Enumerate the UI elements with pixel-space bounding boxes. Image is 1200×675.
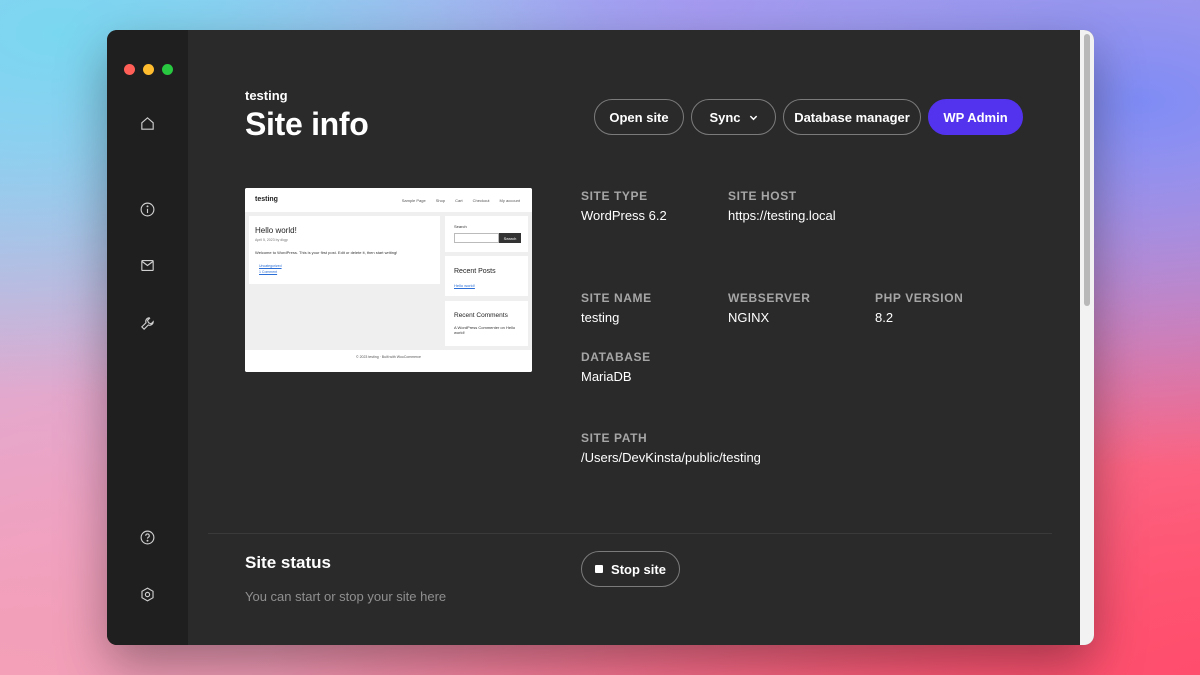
stop-site-label: Stop site	[611, 561, 666, 577]
sidebar	[107, 30, 188, 645]
php-version-label: PHP VERSION	[875, 291, 964, 305]
preview-search-widget: Search Search	[445, 216, 528, 252]
preview-nav-item: Sample Page	[401, 198, 426, 203]
site-path-value: /Users/DevKinsta/public/testing	[581, 450, 761, 465]
wrench-icon[interactable]	[135, 311, 159, 335]
site-name-value: testing	[581, 310, 620, 325]
sync-button[interactable]: Sync	[691, 99, 776, 135]
preview-header: testing Sample Page Shop Cart Checkout M…	[245, 188, 532, 212]
open-site-label: Open site	[609, 109, 669, 125]
webserver-value: NGINX	[728, 310, 770, 325]
preview-recent-posts-widget: Recent Posts Hello world!	[445, 256, 528, 296]
database-value: MariaDB	[581, 369, 632, 384]
open-site-button[interactable]: Open site	[594, 99, 684, 135]
close-window-button[interactable]	[124, 64, 135, 75]
site-status-description: You can start or stop your site here	[245, 589, 447, 604]
site-host-label: SITE HOST	[728, 189, 797, 203]
settings-icon[interactable]	[135, 582, 159, 606]
preview-post-meta: April 5, 2023 by dkgp	[255, 238, 288, 242]
window-controls	[124, 64, 173, 75]
preview-post-body: Welcome to WordPress. This is your first…	[255, 250, 398, 255]
preview-post-comments: 1 Comment	[259, 270, 278, 274]
info-icon[interactable]	[135, 197, 159, 221]
preview-nav-item: Checkout	[472, 198, 490, 203]
preview-nav-item: Cart	[455, 198, 463, 203]
site-status-title: Site status	[245, 553, 331, 572]
preview-recent-comments-widget: Recent Comments A WordPress Commenter on…	[445, 301, 528, 346]
stop-icon	[595, 565, 604, 573]
help-icon[interactable]	[135, 525, 159, 549]
wp-admin-label: WP Admin	[943, 109, 1008, 125]
sync-label: Sync	[709, 109, 741, 125]
minimize-window-button[interactable]	[143, 64, 154, 75]
php-version-value: 8.2	[875, 310, 894, 325]
preview-search-button: Search	[499, 233, 521, 243]
mail-icon[interactable]	[135, 253, 159, 277]
section-divider	[208, 533, 1052, 534]
database-manager-button[interactable]: Database manager	[783, 99, 921, 135]
maximize-window-button[interactable]	[162, 64, 173, 75]
chevron-down-icon	[749, 115, 757, 120]
webserver-label: WEBSERVER	[728, 291, 811, 305]
site-path-label: SITE PATH	[581, 431, 648, 445]
preview-post-title: Hello world!	[255, 226, 297, 235]
stop-site-button[interactable]: Stop site	[581, 551, 680, 587]
site-type-value: WordPress 6.2	[581, 208, 667, 223]
home-icon[interactable]	[135, 111, 159, 135]
preview-recent-comments-item: A WordPress Commenter on Hello world!	[454, 325, 516, 335]
app-window: testing Site info Open site Sync Databas…	[107, 30, 1094, 645]
database-manager-label: Database manager	[794, 109, 910, 125]
wp-admin-button[interactable]: WP Admin	[928, 99, 1023, 135]
preview-brand: testing	[255, 196, 278, 203]
site-preview-thumbnail[interactable]: testing Sample Page Shop Cart Checkout M…	[245, 188, 532, 372]
main-content: testing Site info Open site Sync Databas…	[188, 30, 1080, 645]
preview-recent-posts-title: Recent Posts	[454, 268, 496, 275]
site-type-label: SITE TYPE	[581, 189, 648, 203]
preview-search-box	[454, 233, 499, 243]
preview-nav-item: My account	[499, 198, 520, 203]
preview-post-category: Uncategorized	[259, 264, 282, 268]
scrollbar-thumb[interactable]	[1084, 34, 1090, 306]
site-host-value[interactable]: https://testing.local	[728, 208, 836, 223]
database-label: DATABASE	[581, 350, 651, 364]
preview-nav-item: Shop	[435, 198, 446, 203]
preview-post: Hello world! April 5, 2023 by dkgp Welco…	[249, 216, 440, 284]
preview-footer: © 2023 testing · Built with WooCommerce	[245, 350, 532, 372]
site-name-field-label: SITE NAME	[581, 291, 652, 305]
scrollbar[interactable]	[1080, 30, 1094, 645]
site-name-label: testing	[245, 88, 288, 103]
preview-recent-comments-title: Recent Comments	[454, 312, 508, 319]
preview-search-label: Search	[454, 224, 467, 229]
page-title: Site info	[245, 106, 369, 142]
preview-recent-posts-item: Hello world!	[454, 283, 475, 288]
preview-nav: Sample Page Shop Cart Checkout My accoun…	[402, 198, 520, 203]
